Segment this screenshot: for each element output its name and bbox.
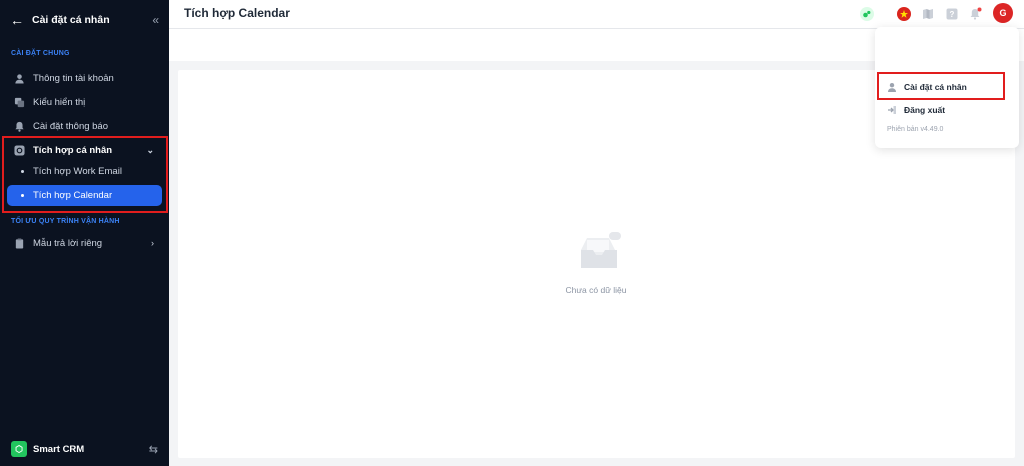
help-icon[interactable]: ? [944, 6, 959, 21]
sidebar-item-label: Kiểu hiển thị [33, 96, 86, 108]
empty-state-text: Chưa có dữ liệu [565, 285, 627, 295]
sidebar-item-personal-integration[interactable]: Tích hợp cá nhân ⌄ [7, 139, 162, 161]
sidebar-item-label: Mẫu trả lời riêng [33, 237, 103, 249]
bullet-icon [21, 170, 24, 173]
sidebar-header: ← Cài đặt cá nhân « [0, 0, 169, 40]
sidebar-item-label: Tích hợp cá nhân [33, 144, 113, 156]
bell-icon [14, 121, 25, 132]
avatar[interactable]: G [993, 3, 1013, 23]
swap-icon[interactable]: ⇆ [149, 443, 158, 456]
chevron-right-icon: › [151, 238, 154, 248]
display-icon [14, 97, 25, 108]
back-arrow-icon[interactable]: ← [10, 12, 26, 28]
sidebar-item-private-reply-templates[interactable]: Mẫu trả lời riêng › [7, 232, 162, 254]
sidebar-item-display-style[interactable]: Kiểu hiển thị [7, 91, 162, 113]
brand-name: Smart CRM [33, 443, 85, 455]
user-dropdown-menu: Cài đặt cá nhân Đăng xuất Phiên bản v4.4… [875, 27, 1019, 148]
user-icon [887, 82, 897, 92]
sidebar-subitem-work-email[interactable]: Tích hợp Work Email [7, 161, 162, 182]
sidebar-item-label: Thông tin tài khoản [33, 72, 114, 84]
section-workflow-heading: TỐI ƯU QUY TRÌNH VẬN HÀNH [11, 218, 120, 225]
dropdown-item-label: Cài đặt cá nhân [904, 82, 967, 92]
sidebar: ← Cài đặt cá nhân « CÀI ĐẶT CHUNG Thông … [0, 0, 169, 466]
guide-book-icon[interactable] [920, 6, 935, 21]
sidebar-subitem-calendar[interactable]: Tích hợp Calendar [7, 185, 162, 206]
sidebar-subitem-label: Tích hợp Calendar [33, 190, 113, 201]
vietnam-flag-icon[interactable] [896, 6, 911, 21]
sidebar-item-notification-settings[interactable]: Cài đặt thông báo [7, 115, 162, 137]
chevron-down-icon: ⌄ [146, 144, 154, 155]
logout-icon [887, 105, 897, 115]
empty-state-illustration-icon [562, 230, 632, 279]
integration-icon [14, 144, 25, 156]
smart-crm-logo-icon: ⬡ [11, 441, 27, 457]
bullet-icon [21, 194, 24, 197]
collapse-sidebar-icon[interactable]: « [152, 13, 159, 27]
sidebar-item-account-info[interactable]: Thông tin tài khoản [7, 67, 162, 89]
sidebar-title: Cài đặt cá nhân [32, 14, 110, 26]
section-general-heading: CÀI ĐẶT CHUNG [11, 50, 70, 57]
avatar-initial: G [993, 3, 1013, 23]
svg-text:?: ? [949, 10, 954, 19]
user-icon [14, 73, 25, 84]
notification-bell-icon[interactable] [968, 6, 983, 21]
clipboard-icon [14, 237, 25, 249]
sidebar-item-label: Cài đặt thông báo [33, 120, 109, 132]
sidebar-subitem-label: Tích hợp Work Email [33, 166, 122, 177]
app-version: Phiên bản v4.49.0 [887, 126, 944, 133]
status-icon[interactable] [859, 6, 874, 21]
page-title: Tích hợp Calendar [184, 6, 290, 20]
dropdown-item-personal-settings[interactable]: Cài đặt cá nhân [881, 77, 1009, 97]
dropdown-item-logout[interactable]: Đăng xuất [881, 100, 1009, 120]
sidebar-footer: ⬡ Smart CRM ⇆ [0, 436, 169, 462]
dropdown-item-label: Đăng xuất [904, 105, 946, 115]
